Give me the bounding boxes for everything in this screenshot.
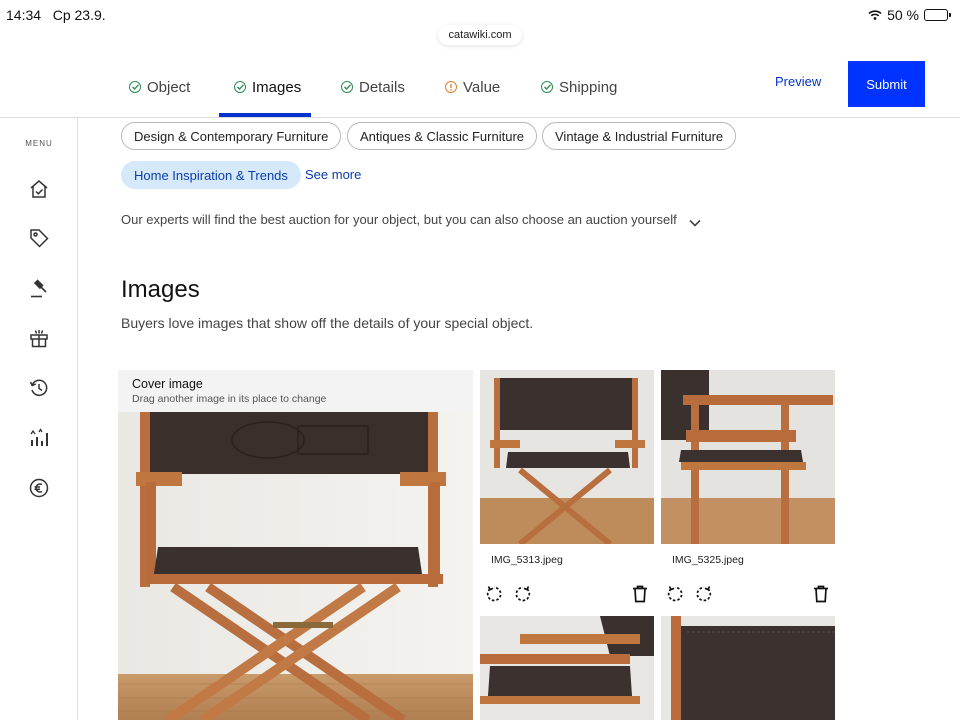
tab-details[interactable]: Details xyxy=(341,56,405,118)
cover-hint: Drag another image in its place to chang… xyxy=(132,393,327,405)
chip-design-contemporary[interactable]: Design & Contemporary Furniture xyxy=(121,122,342,150)
cover-title: Cover image xyxy=(132,377,203,391)
chair-photo xyxy=(118,412,473,720)
chip-label: Design & Contemporary Furniture xyxy=(134,128,329,144)
clock: 14:34 xyxy=(6,7,42,23)
status-indicators: 50 % xyxy=(868,7,951,23)
file-name: IMG_5313.jpeg xyxy=(491,554,563,566)
trash-icon[interactable] xyxy=(630,584,650,604)
submit-button[interactable]: Submit xyxy=(848,61,925,107)
chip-label: Antiques & Classic Furniture xyxy=(360,128,525,144)
url-text: catawiki.com xyxy=(448,29,512,41)
check-circle-icon xyxy=(341,81,353,93)
thumbnail-image[interactable] xyxy=(480,616,654,720)
tab-label: Shipping xyxy=(559,78,618,96)
menu-label: MENU xyxy=(25,139,53,148)
chip-vintage-industrial[interactable]: Vintage & Industrial Furniture xyxy=(542,122,737,150)
chip-label: Vintage & Industrial Furniture xyxy=(555,128,724,144)
check-circle-icon xyxy=(541,81,553,93)
tab-images[interactable]: Images xyxy=(234,56,301,118)
chevron-down-icon[interactable] xyxy=(689,214,701,232)
see-more-link[interactable]: See more xyxy=(305,167,361,182)
trash-icon[interactable] xyxy=(811,584,831,604)
chip-label: Home Inspiration & Trends xyxy=(134,167,288,183)
warning-circle-icon xyxy=(445,81,457,93)
tab-label: Images xyxy=(252,78,302,96)
wifi-icon xyxy=(868,10,882,20)
chair-photo xyxy=(661,370,835,544)
tab-value[interactable]: Value xyxy=(445,56,500,118)
check-circle-icon xyxy=(129,81,141,93)
preview-button[interactable]: Preview xyxy=(775,74,821,89)
file-name: IMG_5325.jpeg xyxy=(672,554,744,566)
check-circle-icon xyxy=(234,81,246,93)
tab-label: Value xyxy=(463,78,501,96)
auction-note: Our experts will find the best auction f… xyxy=(121,212,677,227)
auction-hammer-icon[interactable] xyxy=(27,276,51,300)
date: Ср 23.9. xyxy=(52,7,106,23)
tab-label: Details xyxy=(359,78,405,96)
chair-photo xyxy=(661,616,835,720)
status-time: 14:34 Ср 23.9. xyxy=(6,7,106,23)
euro-icon[interactable] xyxy=(27,476,51,500)
cover-image-card[interactable]: Cover image Drag another image in its pl… xyxy=(118,370,473,720)
thumbnail-image[interactable] xyxy=(661,370,835,544)
rotate-right-icon[interactable] xyxy=(694,584,714,604)
images-heading: Images xyxy=(121,276,200,303)
rotate-left-icon[interactable] xyxy=(665,584,685,604)
thumbnail-image[interactable] xyxy=(661,616,835,720)
gift-icon[interactable] xyxy=(27,326,51,350)
thumbnail-image[interactable] xyxy=(480,370,654,544)
battery-icon xyxy=(924,9,951,21)
rotate-right-icon[interactable] xyxy=(513,584,533,604)
images-subtitle: Buyers love images that show off the det… xyxy=(121,315,534,331)
address-bar[interactable]: catawiki.com xyxy=(438,25,522,45)
chair-photo xyxy=(480,370,654,544)
rotate-left-icon[interactable] xyxy=(484,584,504,604)
battery-percent: 50 % xyxy=(887,7,919,23)
active-tab-indicator xyxy=(219,113,311,117)
home-icon[interactable] xyxy=(27,177,51,201)
tab-object[interactable]: Object xyxy=(129,56,190,118)
chip-antiques-classic[interactable]: Antiques & Classic Furniture xyxy=(347,122,538,150)
listing-steps-bar: Object Images Details Value Shipping Pre… xyxy=(0,56,960,118)
tab-label: Object xyxy=(147,78,191,96)
cover-header: Cover image Drag another image in its pl… xyxy=(118,370,473,412)
chip-home-inspiration[interactable]: Home Inspiration & Trends xyxy=(121,161,301,189)
stats-icon[interactable] xyxy=(27,426,51,450)
sidebar: MENU xyxy=(0,118,78,720)
tag-icon[interactable] xyxy=(27,226,51,250)
tab-shipping[interactable]: Shipping xyxy=(541,56,617,118)
history-icon[interactable] xyxy=(27,376,51,400)
chair-photo xyxy=(480,616,654,720)
